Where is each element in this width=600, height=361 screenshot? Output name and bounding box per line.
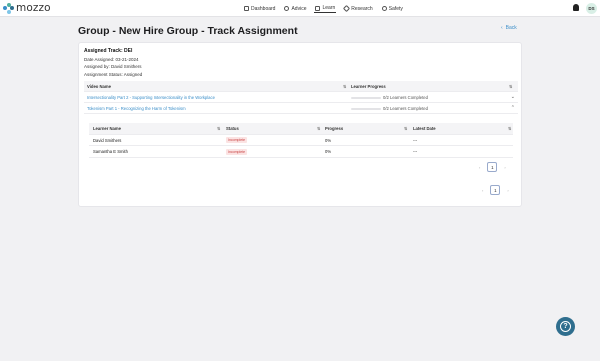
nav-dashboard[interactable]: Dashboard — [243, 4, 276, 13]
learner-progress-header[interactable]: Learner Progress — [351, 81, 386, 92]
table-row[interactable]: Intersectionality Part 2 - Supporting In… — [84, 92, 518, 103]
assigned-track: Assigned Track: DEI — [84, 48, 133, 54]
sort-icon[interactable]: ⇅ — [404, 123, 407, 134]
nav-dashboard-label: Dashboard — [251, 5, 276, 12]
assignment-card: Assigned Track: DEI Date Assigned: 03-21… — [78, 42, 522, 207]
learner-progress: 0/2 Learners Completed — [351, 103, 428, 114]
nav-safety[interactable]: Safety — [381, 4, 404, 13]
prev-page-icon[interactable]: ‹ — [479, 165, 480, 170]
sort-icon[interactable]: ⇅ — [508, 123, 511, 134]
latest-date-header[interactable]: Latest Date — [413, 123, 436, 134]
safety-icon — [381, 6, 387, 11]
bell-icon[interactable] — [573, 4, 579, 11]
video-link[interactable]: Intersectionality Part 2 - Supporting In… — [87, 92, 215, 103]
assigned-by: Assigned by: David Smithers — [84, 64, 142, 69]
research-icon — [343, 4, 351, 13]
status-badge: Incomplete — [226, 137, 248, 143]
chevron-left-icon: ‹ — [501, 25, 503, 31]
assignment-info: Assigned Track: DEI Date Assigned: 03-21… — [84, 48, 142, 78]
status-cell: Incomplete — [226, 135, 248, 146]
learners-table: Learner Name ⇅ Status ⇅ Progress ⇅ Lates… — [89, 123, 513, 158]
sort-icon[interactable]: ⇅ — [317, 123, 320, 134]
nav-advice[interactable]: Advice — [283, 4, 307, 13]
nav-learn-label: Learn — [322, 5, 336, 11]
status-cell: Incomplete — [226, 146, 248, 157]
table-row[interactable]: Tokenism Part 1 - Recognizing the Harm o… — [84, 103, 518, 114]
learner-name: Samantha E Smith — [93, 149, 128, 154]
status-badge: Incomplete — [226, 148, 248, 155]
main-nav: Dashboard Advice Learn Research Safety — [243, 4, 404, 13]
logo-icon — [3, 2, 14, 14]
latest-date: --- — [413, 137, 418, 143]
page-number-button[interactable]: 1 — [490, 185, 501, 195]
nav-research[interactable]: Research — [343, 4, 373, 13]
back-label: Back — [505, 25, 517, 31]
video-link[interactable]: Tokenism Part 1 - Recognizing the Harm o… — [87, 103, 186, 114]
progress-value: 0% — [325, 149, 332, 154]
sort-icon[interactable]: ⇅ — [509, 81, 512, 92]
learner-progress: 0/2 Learners Completed — [351, 92, 428, 103]
chevron-up-icon[interactable]: ⌃ — [511, 105, 515, 111]
next-page-icon[interactable]: › — [507, 188, 508, 193]
videos-pagination: ‹ 1 › — [482, 185, 509, 195]
logo-text: mozzo — [16, 2, 51, 14]
nav-advice-label: Advice — [291, 5, 307, 12]
video-name-header[interactable]: Video Name — [87, 81, 111, 92]
prev-page-icon[interactable]: ‹ — [482, 188, 483, 193]
table-row: Samantha E Smith Incomplete 0% --- — [89, 146, 513, 158]
learner-name-header[interactable]: Learner Name — [93, 123, 121, 134]
nav-research-label: Research — [351, 5, 373, 12]
latest-date: --- — [413, 149, 418, 154]
avatar[interactable]: DS — [586, 3, 597, 14]
learners-pagination: ‹ 1 › — [479, 162, 506, 172]
progress-bar — [351, 96, 381, 99]
question-icon: ? — [560, 321, 571, 332]
status-header[interactable]: Status — [226, 123, 239, 134]
advice-icon — [284, 6, 290, 11]
learner-name: David Smithers — [93, 137, 122, 143]
top-nav: mozzo Dashboard Advice Learn Research Sa… — [0, 0, 600, 17]
progress-text: 0/2 Learners Completed — [383, 95, 428, 100]
progress-value: 0% — [325, 137, 332, 143]
sort-icon[interactable]: ⇅ — [217, 123, 220, 134]
back-button[interactable]: ‹ Back — [501, 25, 517, 31]
next-page-icon[interactable]: › — [504, 165, 505, 170]
page-title: Group - New Hire Group - Track Assignmen… — [78, 25, 298, 37]
progress-header[interactable]: Progress — [325, 123, 343, 134]
page-number-button[interactable]: 1 — [487, 162, 498, 172]
table-row: David Smithers Incomplete 0% --- — [89, 135, 513, 146]
app-logo[interactable]: mozzo — [3, 2, 51, 14]
assignment-status: Assignment Status: Assigned — [84, 71, 143, 77]
nav-learn[interactable]: Learn — [314, 4, 337, 13]
help-button[interactable]: ? — [556, 317, 575, 336]
learners-table-header: Learner Name ⇅ Status ⇅ Progress ⇅ Lates… — [89, 123, 513, 135]
progress-bar — [351, 107, 381, 110]
videos-table: Video Name ⇅ Learner Progress ⇅ Intersec… — [84, 81, 518, 114]
chevron-down-icon[interactable]: ⌄ — [511, 94, 515, 100]
sort-icon[interactable]: ⇅ — [343, 81, 346, 92]
learn-icon — [315, 5, 321, 11]
progress-text: 0/2 Learners Completed — [383, 106, 428, 111]
nav-safety-label: Safety — [388, 5, 403, 12]
videos-table-header: Video Name ⇅ Learner Progress ⇅ — [84, 81, 518, 92]
dashboard-icon — [244, 6, 249, 11]
date-assigned: Date Assigned: 03-21-2024 — [84, 56, 139, 62]
